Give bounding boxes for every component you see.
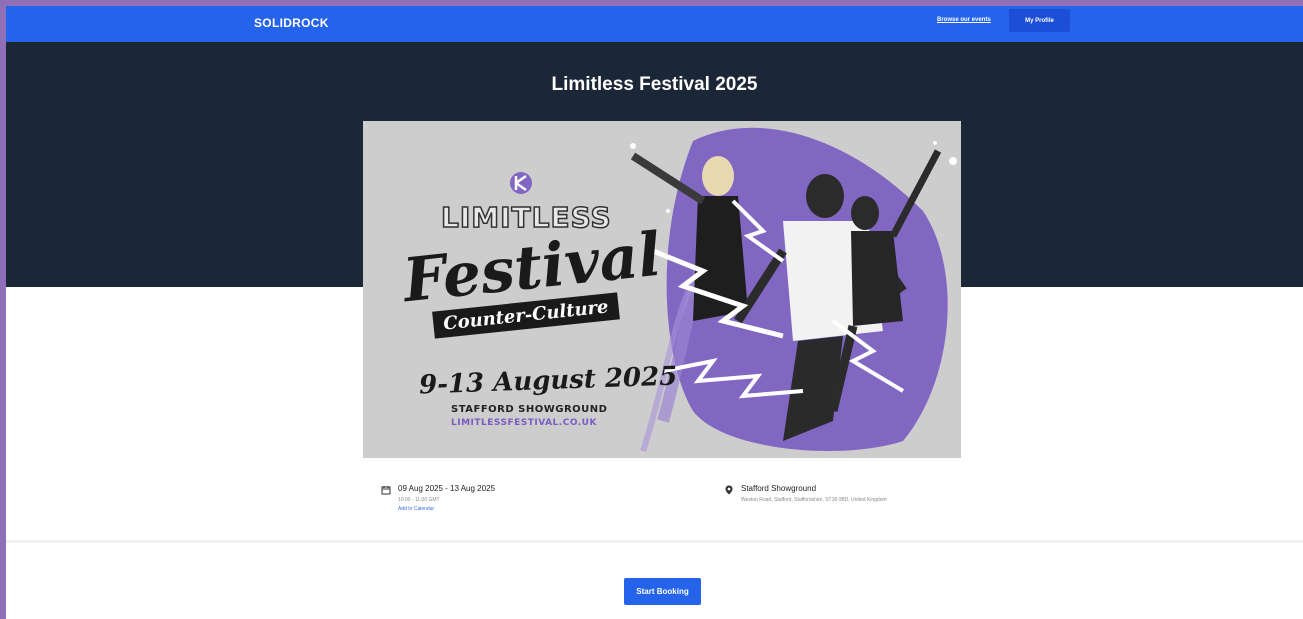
event-details: 09 Aug 2025 - 13 Aug 2025 10:00 - 11:00 … xyxy=(6,478,1303,538)
section-divider xyxy=(6,540,1303,543)
banner-url-text: LIMITLESSFESTIVAL.CO.UK xyxy=(451,418,597,428)
location-pin-icon xyxy=(725,485,733,495)
top-navigation-bar: SOLIDROCK Browse our events My Profile xyxy=(6,6,1303,42)
calendar-icon xyxy=(381,486,391,495)
start-booking-button[interactable]: Start Booking xyxy=(624,578,701,605)
event-date-range: 09 Aug 2025 - 13 Aug 2025 xyxy=(398,484,495,493)
my-profile-button[interactable]: My Profile xyxy=(1009,9,1070,32)
brand-logo[interactable]: SOLIDROCK xyxy=(254,16,329,30)
location-address[interactable]: Weston Road, Stafford, Staffordshire, ST… xyxy=(741,497,887,503)
browse-events-link[interactable]: Browse our events xyxy=(937,17,991,23)
event-time-range: 10:00 - 11:00 GMT xyxy=(398,497,440,503)
banner-venue-text: STAFFORD SHOWGROUND xyxy=(451,404,608,415)
add-to-calendar-link[interactable]: Add to Calendar xyxy=(398,506,434,512)
event-title: Limitless Festival 2025 xyxy=(551,74,758,95)
event-banner-image: LIMITLESS Festival Counter-Culture 9-13 … xyxy=(363,121,961,458)
location-name: Stafford Showground xyxy=(741,484,817,493)
page-frame: SOLIDROCK Browse our events My Profile L… xyxy=(6,6,1303,619)
